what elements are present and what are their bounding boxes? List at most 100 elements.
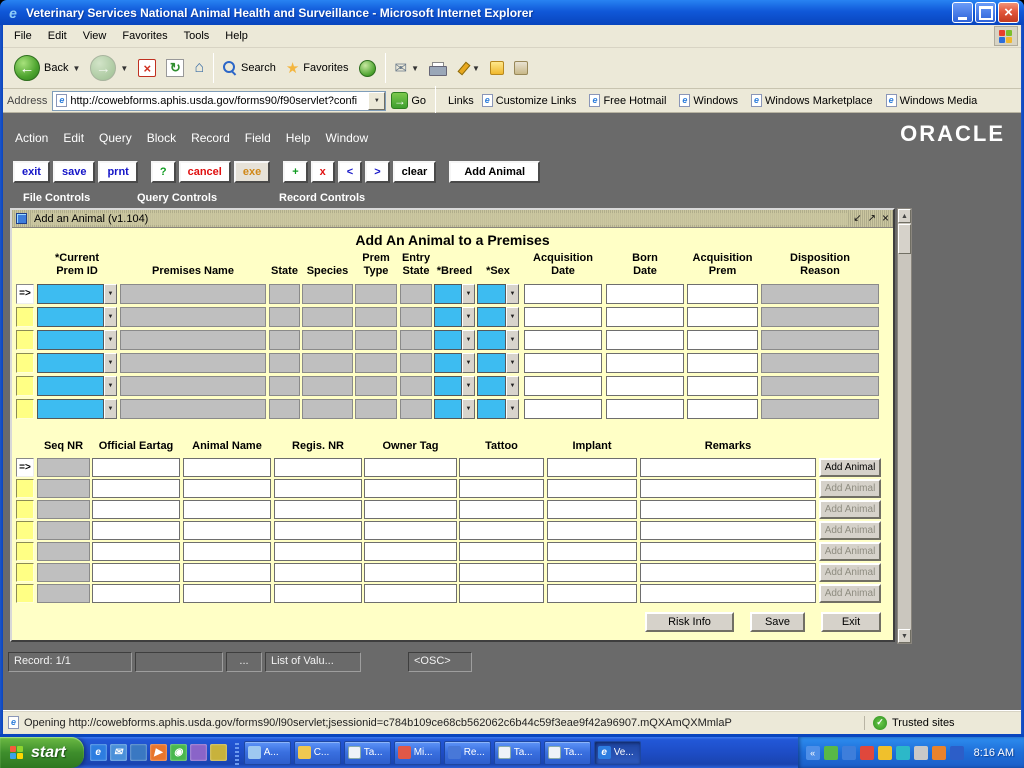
grid2-row4-regis-nr-field[interactable] — [274, 521, 362, 540]
link-customize-links[interactable]: Customize Links — [482, 94, 577, 107]
grid1-row2-breed-dropdown-button[interactable] — [462, 307, 475, 327]
grid1-row4-acquisition-prem-field[interactable] — [687, 353, 758, 373]
grid1-row3-indicator[interactable] — [16, 330, 34, 350]
oracle-save-button[interactable]: save — [53, 161, 95, 183]
grid2-row7-indicator[interactable] — [16, 584, 34, 603]
grid2-row3-tattoo-field[interactable] — [459, 500, 544, 519]
grid2-row1-indicator[interactable]: => — [16, 458, 34, 477]
grid1-row3-current-prem-id-dropdown-button[interactable] — [104, 330, 117, 350]
oracle-menu-edit[interactable]: Edit — [63, 131, 84, 145]
taskbar-task-4-mi[interactable]: Mi... — [394, 741, 441, 765]
grid2-row6-remarks-field[interactable] — [640, 563, 816, 582]
grid1-row3-born-date-field[interactable] — [606, 330, 684, 350]
grid2-row2-official-eartag-field[interactable] — [92, 479, 180, 498]
tray-icon-6[interactable] — [914, 746, 928, 760]
grid1-row2-born-date-field[interactable] — [606, 307, 684, 327]
grid2-row6-regis-nr-field[interactable] — [274, 563, 362, 582]
grid2-row3-owner-tag-field[interactable] — [364, 500, 457, 519]
grid2-row5-animal-name-field[interactable] — [183, 542, 271, 561]
grid2-row3-regis-nr-field[interactable] — [274, 500, 362, 519]
grid1-row1-acquisition-date-field[interactable] — [524, 284, 602, 304]
go-button[interactable]: Go — [391, 92, 426, 109]
grid2-row2-remarks-field[interactable] — [640, 479, 816, 498]
grid2-row5-owner-tag-field[interactable] — [364, 542, 457, 561]
grid1-row4-breed-field[interactable] — [434, 353, 462, 373]
grid2-row6-owner-tag-field[interactable] — [364, 563, 457, 582]
grid2-row5-regis-nr-field[interactable] — [274, 542, 362, 561]
grid2-row6-implant-field[interactable] — [547, 563, 637, 582]
grid2-row5-implant-field[interactable] — [547, 542, 637, 561]
ie-menu-help[interactable]: Help — [217, 27, 256, 45]
vertical-scrollbar[interactable] — [897, 208, 912, 644]
ie-menu-view[interactable]: View — [75, 27, 115, 45]
grid1-row5-breed-field[interactable] — [434, 376, 462, 396]
grid2-row7-animal-name-field[interactable] — [183, 584, 271, 603]
address-dropdown-button[interactable] — [368, 92, 385, 110]
link-windows[interactable]: Windows — [679, 94, 738, 107]
grid1-row2-acquisition-prem-field[interactable] — [687, 307, 758, 327]
link-windows-media[interactable]: Windows Media — [886, 94, 978, 107]
oracle-item-button[interactable]: < — [338, 161, 362, 183]
grid1-row6-sex-dropdown-button[interactable] — [506, 399, 519, 419]
taskbar-task-6-ta[interactable]: Ta... — [494, 741, 541, 765]
oracle-menu-window[interactable]: Window — [325, 131, 368, 145]
grid1-row3-breed-dropdown-button[interactable] — [462, 330, 475, 350]
grid1-row3-current-prem-id-field[interactable] — [37, 330, 104, 350]
grid1-row3-sex-field[interactable] — [477, 330, 506, 350]
oracle-menu-action[interactable]: Action — [15, 131, 48, 145]
form-save-button[interactable]: Save — [750, 612, 805, 632]
grid1-row5-sex-field[interactable] — [477, 376, 506, 396]
grid1-row4-indicator[interactable] — [16, 353, 34, 373]
grid1-row5-indicator[interactable] — [16, 376, 34, 396]
grid2-row3-implant-field[interactable] — [547, 500, 637, 519]
oracle-clear-button[interactable]: clear — [393, 161, 437, 183]
grid2-row1-add-animal-button[interactable]: Add Animal — [819, 458, 881, 477]
grid1-row4-current-prem-id-field[interactable] — [37, 353, 104, 373]
oracle-prnt-button[interactable]: prnt — [98, 161, 137, 183]
grid2-row1-official-eartag-field[interactable] — [92, 458, 180, 477]
grid1-row2-breed-field[interactable] — [434, 307, 462, 327]
tray-icon-1[interactable] — [824, 746, 838, 760]
messenger-button[interactable] — [485, 51, 509, 85]
grid1-row6-current-prem-id-dropdown-button[interactable] — [104, 399, 117, 419]
oracle-menu-help[interactable]: Help — [286, 131, 311, 145]
start-button[interactable]: start — [0, 737, 84, 768]
ie-menu-favorites[interactable]: Favorites — [114, 27, 175, 45]
grid1-row2-current-prem-id-dropdown-button[interactable] — [104, 307, 117, 327]
mail-dropdown-icon[interactable]: ▼ — [411, 64, 419, 73]
grid2-row2-tattoo-field[interactable] — [459, 479, 544, 498]
search-button[interactable]: Search — [218, 51, 281, 85]
link-free-hotmail[interactable]: Free Hotmail — [589, 94, 666, 107]
tray-icon-3[interactable] — [860, 746, 874, 760]
grid2-row7-owner-tag-field[interactable] — [364, 584, 457, 603]
grid1-row1-acquisition-prem-field[interactable] — [687, 284, 758, 304]
grid2-row3-remarks-field[interactable] — [640, 500, 816, 519]
refresh-button[interactable] — [161, 51, 189, 85]
grid1-row1-indicator[interactable]: => — [16, 284, 34, 304]
oracle-menu-field[interactable]: Field — [245, 131, 271, 145]
grid1-row4-current-prem-id-dropdown-button[interactable] — [104, 353, 117, 373]
grid2-row6-tattoo-field[interactable] — [459, 563, 544, 582]
grid1-row5-sex-dropdown-button[interactable] — [506, 376, 519, 396]
grid1-row5-acquisition-prem-field[interactable] — [687, 376, 758, 396]
media-player-icon[interactable]: ▶ — [150, 744, 167, 761]
form-exit-button[interactable]: Exit — [821, 612, 881, 632]
grid1-row3-acquisition-date-field[interactable] — [524, 330, 602, 350]
grid2-row3-official-eartag-field[interactable] — [92, 500, 180, 519]
mail-button[interactable]: ▼ — [390, 51, 425, 85]
grid2-row5-remarks-field[interactable] — [640, 542, 816, 561]
grid1-row1-breed-dropdown-button[interactable] — [462, 284, 475, 304]
taskbar-task-5-re[interactable]: Re... — [444, 741, 491, 765]
taskbar-task-7-ta[interactable]: Ta... — [544, 741, 591, 765]
grid2-row5-indicator[interactable] — [16, 542, 34, 561]
form-maximize-icon[interactable] — [868, 214, 876, 224]
grid1-row6-born-date-field[interactable] — [606, 399, 684, 419]
minimize-button[interactable] — [952, 2, 973, 23]
oracle-item-button[interactable]: ? — [151, 161, 176, 183]
grid2-row4-animal-name-field[interactable] — [183, 521, 271, 540]
grid1-row2-indicator[interactable] — [16, 307, 34, 327]
grid2-row1-tattoo-field[interactable] — [459, 458, 544, 477]
edit-button[interactable]: ▼ — [450, 51, 485, 85]
grid1-row6-acquisition-prem-field[interactable] — [687, 399, 758, 419]
address-url[interactable]: http://cowebforms.aphis.usda.gov/forms90… — [70, 95, 368, 107]
